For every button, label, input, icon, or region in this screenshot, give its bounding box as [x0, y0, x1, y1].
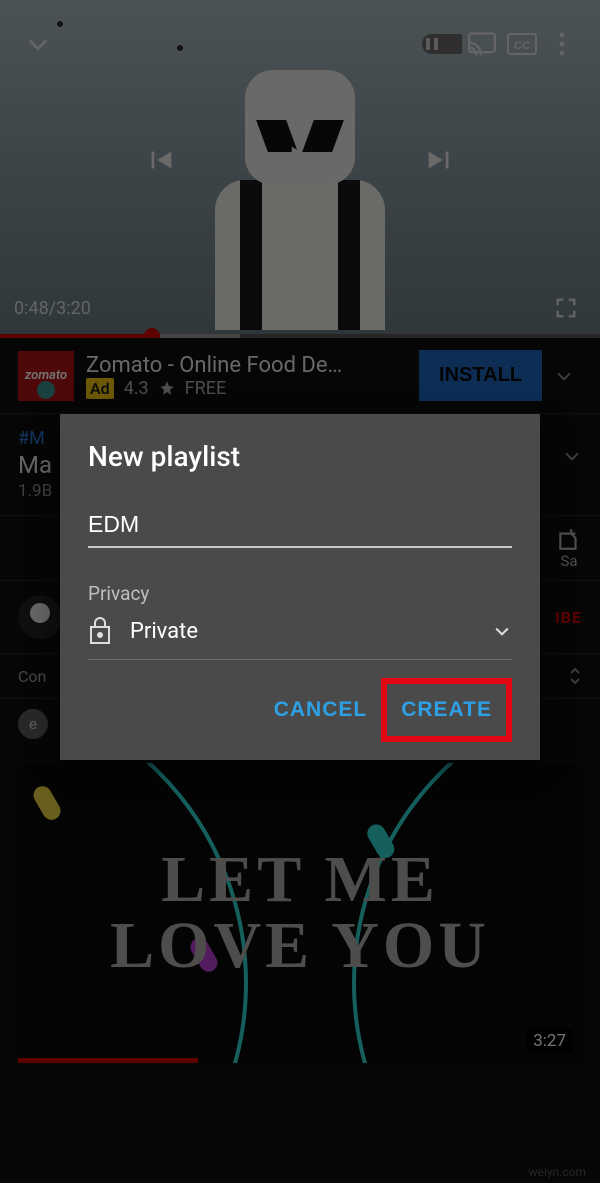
chevron-down-icon[interactable]	[18, 24, 58, 64]
next-icon[interactable]	[420, 140, 460, 180]
time-sep: /	[49, 298, 56, 319]
ad-price: FREE	[185, 378, 227, 399]
cast-icon[interactable]	[462, 24, 502, 64]
new-playlist-dialog: New playlist Privacy Private CANCEL CREA…	[60, 414, 540, 760]
duration-badge: 3:27	[527, 1029, 572, 1053]
privacy-value: Private	[130, 619, 474, 644]
avatar: e	[18, 709, 48, 739]
privacy-label: Privacy	[88, 582, 512, 605]
ad-rating: 4.3	[124, 378, 149, 399]
save-action[interactable]: Sa	[556, 526, 582, 570]
chevron-down-icon	[492, 621, 512, 641]
install-button[interactable]: INSTALL	[419, 350, 542, 401]
star-icon	[159, 380, 175, 396]
video-player[interactable]: CC 0:48 / 3:20	[0, 0, 600, 338]
chevron-down-icon[interactable]	[554, 366, 590, 386]
dialog-title: New playlist	[88, 440, 512, 473]
ad-thumbnail: zomato	[18, 351, 74, 401]
watermark: weiyn.com	[529, 1165, 586, 1179]
autoplay-toggle[interactable]	[422, 24, 462, 64]
duration: 3:20	[56, 298, 91, 319]
highlight-box: CREATE	[381, 678, 512, 742]
ad-title: Zomato - Online Food De…	[86, 353, 407, 378]
previous-icon[interactable]	[140, 140, 180, 180]
next-video-thumbnail[interactable]: LET ME LOVE YOU 3:27	[18, 763, 582, 1063]
progress-bar[interactable]	[0, 334, 600, 338]
play-icon[interactable]	[280, 140, 320, 180]
lock-icon	[88, 617, 112, 645]
current-time: 0:48	[14, 298, 49, 319]
ad-badge: Ad	[86, 378, 114, 399]
svg-text:CC: CC	[514, 40, 530, 52]
playlist-name-input[interactable]	[88, 507, 512, 548]
captions-icon[interactable]: CC	[502, 24, 542, 64]
cancel-button[interactable]: CANCEL	[260, 684, 382, 736]
avatar[interactable]	[18, 595, 62, 639]
chevron-down-icon[interactable]	[562, 446, 582, 466]
subscribe-button[interactable]: IBE	[555, 608, 582, 627]
more-vert-icon[interactable]	[542, 24, 582, 64]
ad-row[interactable]: zomato Zomato - Online Food De… Ad 4.3 F…	[0, 338, 600, 414]
privacy-selector[interactable]: Private	[88, 617, 512, 660]
create-button[interactable]: CREATE	[387, 684, 506, 736]
fullscreen-icon[interactable]	[546, 288, 586, 328]
